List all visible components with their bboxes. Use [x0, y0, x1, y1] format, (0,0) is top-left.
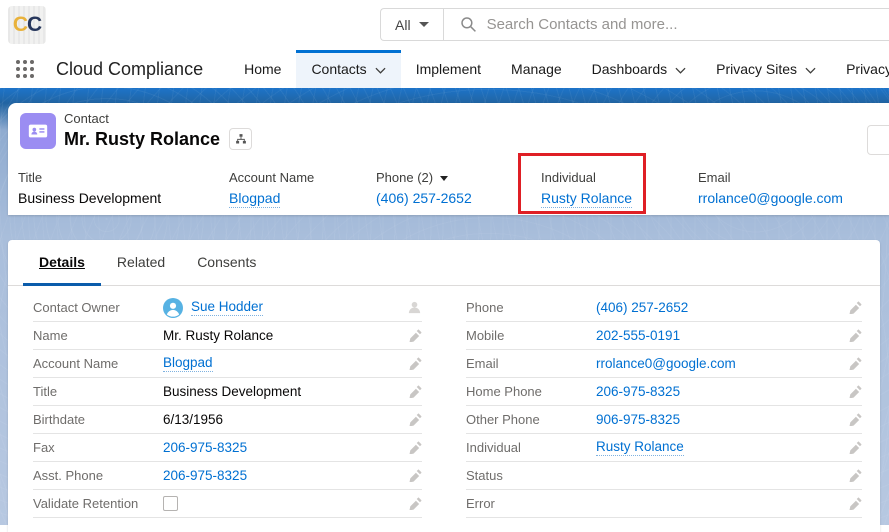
- field-row-asst-phone: Asst. Phone 206-975-8325: [33, 462, 422, 490]
- search-scope-label: All: [395, 17, 411, 33]
- tab-bar: Details Related Consents: [8, 240, 880, 286]
- email-link[interactable]: rrolance0@google.com: [596, 356, 736, 371]
- edit-pencil-icon[interactable]: [849, 329, 862, 342]
- page-background: Contact Mr. Rusty Rolance Title Business…: [0, 88, 889, 525]
- nav-item-privacy-sites[interactable]: Privacy Sites: [701, 50, 831, 88]
- logo-letter: C: [13, 13, 27, 37]
- field-row-birthdate: Birthdate 6/13/1956: [33, 406, 422, 434]
- edit-pencil-icon[interactable]: [849, 497, 862, 510]
- edit-pencil-icon[interactable]: [849, 441, 862, 454]
- validate-retention-checkbox[interactable]: [163, 496, 178, 511]
- field-value: Business Development: [18, 190, 161, 206]
- edit-pencil-icon[interactable]: [409, 413, 422, 426]
- edit-pencil-icon[interactable]: [849, 385, 862, 398]
- org-logo[interactable]: C C: [8, 6, 46, 44]
- individual-link[interactable]: Rusty Rolance: [541, 190, 632, 208]
- record-header-panel: Contact Mr. Rusty Rolance Title Business…: [8, 103, 889, 215]
- chevron-down-icon[interactable]: [375, 67, 386, 74]
- field-row-error: Error: [466, 490, 862, 518]
- edit-pencil-icon[interactable]: [849, 357, 862, 370]
- phone-link[interactable]: (406) 257-2652: [596, 300, 688, 315]
- field-row-phone: Phone (406) 257-2652: [466, 294, 862, 322]
- edit-pencil-icon[interactable]: [409, 497, 422, 510]
- divider: [443, 8, 444, 41]
- individual-link[interactable]: Rusty Rolance: [596, 439, 684, 456]
- email-link[interactable]: rrolance0@google.com: [698, 190, 843, 206]
- chevron-down-icon[interactable]: [675, 67, 686, 74]
- field-row-name: Name Mr. Rusty Rolance: [33, 322, 422, 350]
- caret-down-icon: [419, 22, 429, 27]
- field-row-mobile: Mobile 202-555-0191: [466, 322, 862, 350]
- owner-link[interactable]: Sue Hodder: [191, 299, 263, 316]
- field-row-account-name: Account Name Blogpad: [33, 350, 422, 378]
- tab-consents[interactable]: Consents: [181, 240, 272, 286]
- nav-items: Home Contacts Implement Manage Dashboard…: [229, 50, 889, 88]
- header-field-phone: Phone (2) (406) 257-2652: [376, 170, 472, 206]
- nav-item-contacts[interactable]: Contacts: [296, 50, 400, 88]
- field-value: Mr. Rusty Rolance: [163, 328, 273, 343]
- global-search: All: [380, 8, 889, 41]
- header-action-button[interactable]: [867, 125, 889, 155]
- phone-dropdown-caret-icon[interactable]: [440, 176, 448, 181]
- chevron-down-icon[interactable]: [805, 67, 816, 74]
- edit-pencil-icon[interactable]: [409, 469, 422, 482]
- detail-fields: Contact Owner Sue Hodder: [8, 286, 880, 518]
- field-row-contact-owner: Contact Owner Sue Hodder: [33, 294, 422, 322]
- nav-item-home[interactable]: Home: [229, 50, 296, 88]
- home-phone-link[interactable]: 206-975-8325: [596, 384, 680, 399]
- edit-pencil-icon[interactable]: [409, 357, 422, 370]
- logo-letter: C: [27, 13, 41, 37]
- phone-link[interactable]: (406) 257-2652: [376, 190, 472, 206]
- page-title: Mr. Rusty Rolance: [64, 129, 220, 150]
- edit-pencil-icon[interactable]: [849, 469, 862, 482]
- mobile-link[interactable]: 202-555-0191: [596, 328, 680, 343]
- edit-pencil-icon[interactable]: [409, 329, 422, 342]
- edit-pencil-icon[interactable]: [409, 441, 422, 454]
- header-field-individual: Individual Rusty Rolance: [541, 170, 632, 206]
- contact-entity-icon: [20, 113, 56, 149]
- field-row-validate-retention: Validate Retention: [33, 490, 422, 518]
- edit-pencil-icon[interactable]: [849, 413, 862, 426]
- search-icon: [460, 16, 477, 33]
- field-row-title: Title Business Development: [33, 378, 422, 406]
- app-launcher-icon[interactable]: [0, 50, 44, 88]
- field-value: Business Development: [163, 384, 301, 399]
- account-link[interactable]: Blogpad: [163, 355, 213, 372]
- edit-pencil-icon[interactable]: [849, 301, 862, 314]
- record-detail-panel: Details Related Consents Contact Owner: [8, 240, 880, 532]
- field-row-fax: Fax 206-975-8325: [33, 434, 422, 462]
- fax-link[interactable]: 206-975-8325: [163, 440, 247, 455]
- nav-bar: Cloud Compliance Home Contacts Implement…: [0, 50, 889, 88]
- header-field-email: Email rrolance0@google.com: [698, 170, 843, 206]
- asst-phone-link[interactable]: 206-975-8325: [163, 468, 247, 483]
- edit-pencil-icon[interactable]: [409, 385, 422, 398]
- hierarchy-button[interactable]: [229, 128, 252, 150]
- header-field-title: Title Business Development: [18, 170, 161, 206]
- header-field-account-name: Account Name Blogpad: [229, 170, 314, 206]
- nav-item-implement[interactable]: Implement: [401, 50, 496, 88]
- change-owner-icon[interactable]: [407, 300, 422, 315]
- app-name: Cloud Compliance: [44, 50, 229, 88]
- field-value: 6/13/1956: [163, 412, 223, 427]
- global-header: C C All: [0, 0, 889, 50]
- field-row-individual: Individual Rusty Rolance: [466, 434, 862, 462]
- other-phone-link[interactable]: 906-975-8325: [596, 412, 680, 427]
- account-link[interactable]: Blogpad: [229, 190, 280, 208]
- field-row-home-phone: Home Phone 206-975-8325: [466, 378, 862, 406]
- avatar: [163, 298, 183, 318]
- field-row-status: Status: [466, 462, 862, 490]
- entity-label: Contact: [64, 111, 252, 126]
- search-input[interactable]: [487, 16, 889, 33]
- nav-item-manage[interactable]: Manage: [496, 50, 577, 88]
- search-scope-dropdown[interactable]: All: [381, 9, 443, 40]
- tab-details[interactable]: Details: [23, 240, 101, 286]
- field-row-other-phone: Other Phone 906-975-8325: [466, 406, 862, 434]
- nav-item-privacy-policies[interactable]: Privacy Pol: [831, 50, 889, 88]
- nav-item-dashboards[interactable]: Dashboards: [577, 50, 702, 88]
- field-row-email: Email rrolance0@google.com: [466, 350, 862, 378]
- tab-related[interactable]: Related: [101, 240, 181, 286]
